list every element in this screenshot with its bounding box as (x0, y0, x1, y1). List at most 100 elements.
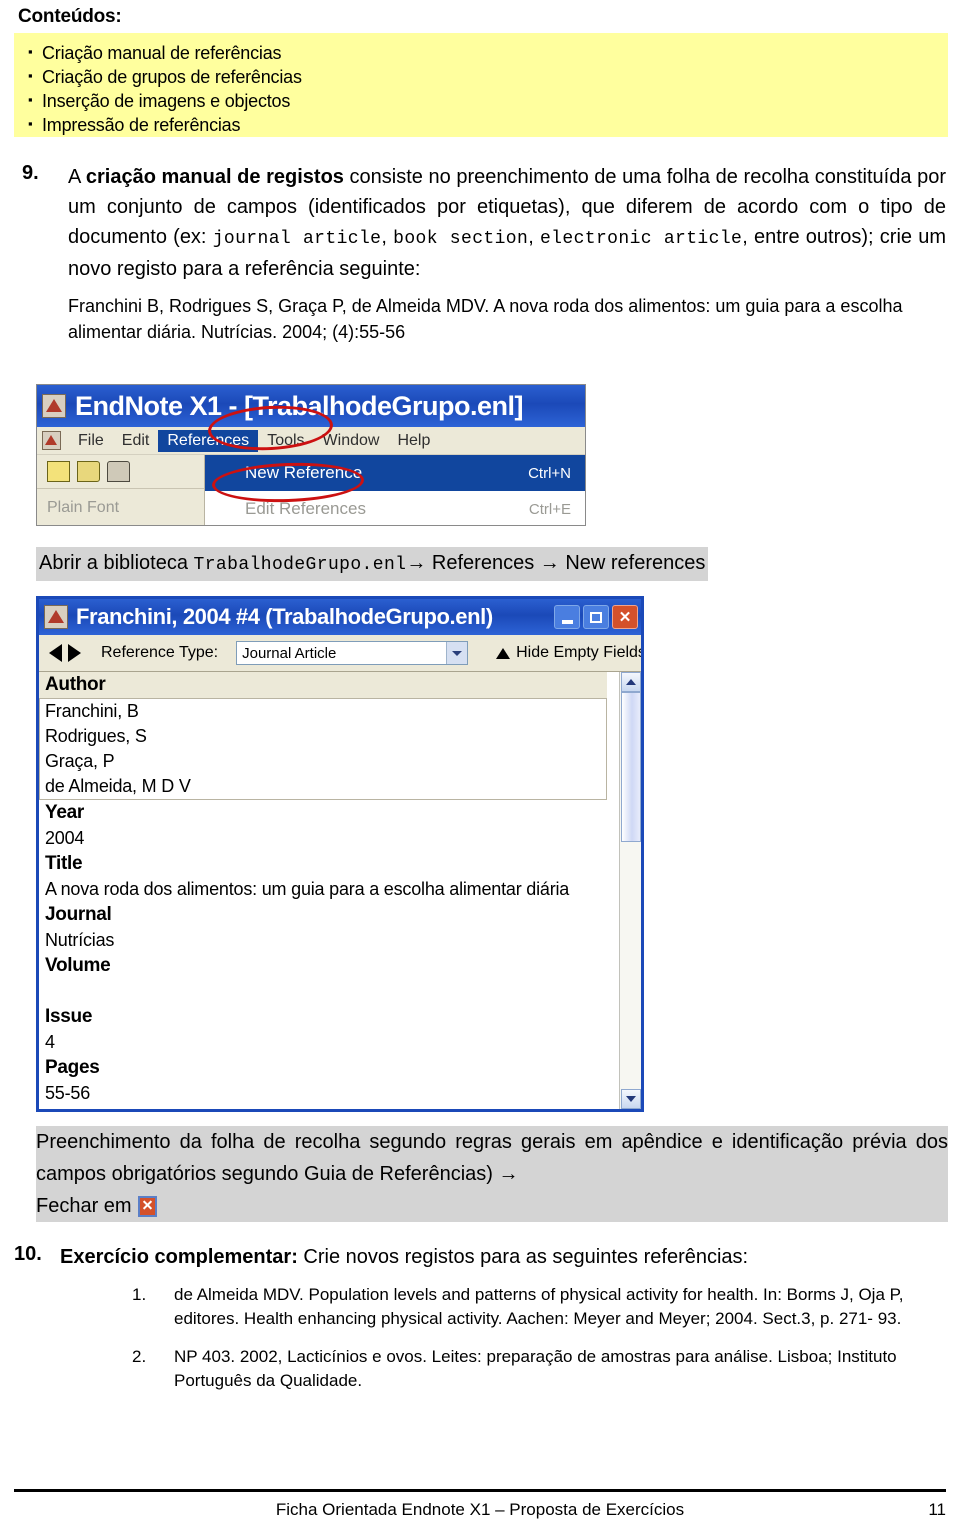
new-reference-label: New Reference (245, 463, 363, 482)
field-value-year[interactable]: 2004 (39, 826, 619, 851)
field-value-journal[interactable]: Nutrícias (39, 928, 619, 953)
endnote-titlebar: EndNote X1 - [TrabalhodeGrupo.enl] (37, 385, 585, 427)
new-document-icon[interactable] (47, 461, 70, 482)
caption2-line2: Fechar em (36, 1195, 132, 1217)
menu-option-new-reference[interactable]: New Reference Ctrl+N (205, 455, 585, 491)
field-volume[interactable]: Volume (39, 953, 619, 1004)
field-value-author[interactable]: Franchini, B Rodrigues, S Graça, P de Al… (39, 698, 607, 800)
field-author[interactable]: Author Franchini, B Rodrigues, S Graça, … (39, 672, 607, 800)
caption1-arrow-1: → (406, 552, 427, 574)
footer-title: Ficha Orientada Endnote X1 – Proposta de… (275, 1500, 685, 1519)
vertical-scrollbar[interactable] (619, 672, 641, 1109)
caption1-arrow-2: → (539, 552, 560, 574)
menu-item-help[interactable]: Help (388, 430, 439, 452)
scroll-up-icon[interactable] (620, 672, 641, 692)
scroll-down-icon[interactable] (620, 1089, 641, 1109)
code-electronic-article: electronic article (539, 229, 743, 249)
list-item: 2. NP 403. 2002, Lacticínios e ovos. Lei… (14, 1345, 946, 1393)
field-issue[interactable]: Issue 4 (39, 1004, 619, 1055)
field-value-title[interactable]: A nova roda dos alimentos: um guia para … (39, 877, 619, 902)
field-label-author: Author (45, 674, 106, 695)
reference-fields-area: Author Franchini, B Rodrigues, S Graça, … (39, 672, 641, 1109)
endnote-app-icon (44, 605, 68, 629)
reference-type-label: Reference Type: (101, 644, 219, 661)
reference-window-titlebar: Franchini, 2004 #4 (TrabalhodeGrupo.enl)… (39, 599, 641, 635)
field-label-issue: Issue (45, 1006, 93, 1027)
item-9-text-d: , (528, 226, 540, 248)
chevron-down-icon[interactable] (446, 642, 468, 664)
reference-window-title: Franchini, 2004 #4 (TrabalhodeGrupo.enl) (76, 604, 493, 629)
field-value-volume[interactable] (39, 979, 619, 1004)
field-label-journal: Journal (45, 904, 112, 925)
menu-item-window[interactable]: Window (314, 430, 389, 452)
close-icon[interactable]: ✕ (612, 605, 638, 629)
menu-item-file[interactable]: File (69, 430, 113, 452)
references-dropdown-menu: New Reference Ctrl+N Edit References Ctr… (205, 455, 585, 525)
code-book-section: book section (393, 229, 529, 249)
caption2-line1: Preenchimento da folha de recolha segund… (36, 1131, 948, 1185)
next-reference-icon[interactable] (68, 644, 81, 662)
item-9-bold-phrase: criação manual de registos (85, 166, 344, 188)
item-9-text-a: A (68, 166, 86, 188)
maximize-button[interactable] (583, 605, 609, 629)
close-icon (137, 1195, 157, 1217)
field-pages[interactable]: Pages 55-56 (39, 1055, 619, 1106)
edit-references-shortcut: Ctrl+E (528, 500, 571, 518)
field-value-issue[interactable]: 4 (39, 1030, 619, 1055)
reference-type-select[interactable]: Journal Article (236, 641, 469, 665)
exercise-item-9: 9. A criação manual de registos consiste… (14, 162, 946, 345)
sublist-number: 2. (132, 1347, 147, 1366)
sublist-text: NP 403. 2002, Lacticínios e ovos. Leites… (174, 1347, 897, 1390)
field-label-pages: Pages (45, 1057, 100, 1078)
page-title: Conteúdos: (18, 6, 122, 27)
caption2-arrow: → (498, 1163, 519, 1185)
menu-option-edit-references[interactable]: Edit References Ctrl+E (205, 491, 585, 525)
sublist-text: de Almeida MDV. Population levels and pa… (174, 1285, 904, 1328)
endnote-font-row: Plain Font (37, 489, 204, 525)
item-9-text-c: , (381, 226, 394, 248)
menu-item-references[interactable]: References (158, 429, 259, 452)
item-10-heading: Exercício complementar: Crie novos regis… (60, 1243, 946, 1271)
field-year[interactable]: Year 2004 (39, 800, 619, 851)
field-label-volume: Volume (45, 955, 111, 976)
caption1-mid: References (426, 552, 540, 574)
caption1-prefix: Abrir a biblioteca (39, 552, 194, 574)
caption1-suffix: New references (559, 552, 706, 574)
item-9-paragraph: A criação manual de registos consiste no… (68, 162, 946, 284)
scrollbar-thumb[interactable] (620, 692, 641, 842)
open-folder-icon[interactable] (77, 461, 100, 482)
sublist-number: 1. (132, 1285, 147, 1304)
hide-empty-fields-button[interactable]: Hide Empty Fields (496, 644, 644, 662)
page-number: 11 (928, 1500, 946, 1519)
reference-type-value: Journal Article (242, 644, 337, 662)
list-item: Impressão de referências (28, 112, 948, 137)
item-10-bold-phrase: Exercício complementar: (60, 1246, 298, 1268)
endnote-menu-screenshot: EndNote X1 - [TrabalhodeGrupo.enl] File … (36, 384, 586, 526)
exercise-item-10: 10. Exercício complementar: Crie novos r… (14, 1243, 946, 1407)
field-journal[interactable]: Journal Nutrícias (39, 902, 619, 953)
contents-list: Criação manual de referências Criação de… (14, 33, 948, 137)
minimize-button[interactable] (554, 605, 580, 629)
printer-icon[interactable] (107, 461, 130, 482)
edit-references-label: Edit References (245, 499, 366, 518)
menu-item-tools[interactable]: Tools (258, 430, 313, 452)
list-item: Criação manual de referências (28, 40, 948, 65)
hide-empty-fields-label: Hide Empty Fields (516, 644, 644, 661)
item-10-sublist: 1. de Almeida MDV. Population levels and… (14, 1283, 946, 1393)
field-value-pages[interactable]: 55-56 (39, 1081, 619, 1106)
list-item: Criação de grupos de referências (28, 64, 948, 89)
code-journal-article: journal article (212, 229, 382, 249)
field-label-year: Year (45, 802, 84, 823)
menu-item-edit[interactable]: Edit (113, 430, 159, 452)
caption1-filename: TrabalhodeGrupo.enl (193, 555, 407, 575)
item-10-number: 10. (14, 1243, 42, 1265)
field-title[interactable]: Title A nova roda dos alimentos: um guia… (39, 851, 619, 902)
list-item: 1. de Almeida MDV. Population levels and… (14, 1283, 946, 1331)
plain-font-label[interactable]: Plain Font (47, 499, 119, 517)
caption2-close-line: Fechar em (36, 1190, 157, 1222)
endnote-toolbar-row (37, 455, 204, 489)
scrollbar-track[interactable] (621, 842, 641, 1089)
reference-editor-screenshot: Franchini, 2004 #4 (TrabalhodeGrupo.enl)… (36, 596, 644, 1112)
previous-reference-icon[interactable] (49, 644, 62, 662)
caption-open-library: Abrir a biblioteca TrabalhodeGrupo.enl→ … (36, 547, 709, 581)
